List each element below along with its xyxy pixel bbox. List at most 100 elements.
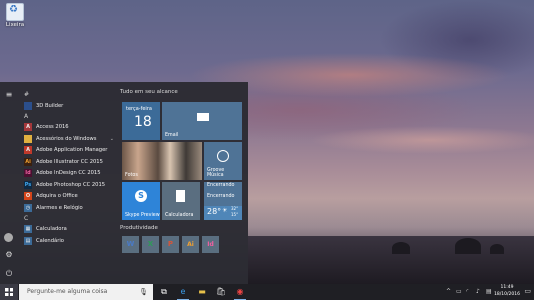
tile-label: Calculadora [165,213,194,218]
microphone-icon[interactable]: 🎙 [139,284,148,300]
calculator-tile[interactable]: Calculadora [162,182,200,220]
edge-icon[interactable]: e [174,284,192,300]
gear-icon[interactable]: ⚙ [4,250,14,260]
app-illustrator[interactable]: Ai Adobe Illustrator CC 2015 [20,156,116,168]
photoshop-icon: Ps [24,180,32,189]
app-label: 3D Builder [36,102,64,109]
app-windows-accessories[interactable]: Acessórios do Windows ⌄ [20,133,116,145]
chrome-icon[interactable]: ◉ [231,284,249,300]
mail-icon [197,113,209,121]
tile-label: Fotos [125,173,138,178]
groove-tile[interactable]: Groove Música [204,142,242,180]
office-icon: O [24,192,32,201]
tile-group-title: Tudo em seu alcance [120,89,178,95]
app-label: Adquira o Office [36,193,78,200]
wallpaper-tree [490,244,504,254]
calendar-day-name: terça-feira [126,106,152,112]
app-label: Acessórios do Windows [36,135,97,142]
app-get-office[interactable]: O Adquira o Office [20,191,116,203]
app-photoshop[interactable]: Ps Adobe Photoshop CC 2015 [20,179,116,191]
section-letter[interactable]: A [20,112,116,122]
app-label: Adobe Illustrator CC 2015 [36,158,103,165]
app-3d-builder[interactable]: 3D Builder [20,100,116,112]
clock-icon: ◷ [24,203,32,212]
illustrator-tile[interactable]: Ai [182,236,199,253]
groove-icon [217,150,229,162]
battery-icon[interactable]: ▭ [456,288,462,296]
app-list: # 3D Builder A A Access 2016 Acessórios … [20,90,116,247]
app-adobe-application-manager[interactable]: A Adobe Application Manager [20,145,116,157]
word-tile[interactable]: W [122,236,139,253]
app-label: Adobe InDesign CC 2015 [36,170,101,177]
news-line: Encerrando [207,183,235,188]
section-letter[interactable]: # [20,90,116,100]
tile-label: Groove Música [207,168,225,178]
chevron-down-icon[interactable]: ⌄ [110,136,114,142]
calculator-icon [176,190,185,202]
start-button[interactable] [0,284,18,300]
hamburger-icon[interactable]: ≡ [4,90,14,100]
skype-tile[interactable]: S Skype Preview [122,182,160,220]
search-box[interactable]: Pergunte-me alguma coisa 🎙 [19,284,153,300]
notifications-icon[interactable]: ▭ [524,287,531,295]
wallpaper-tree [455,238,481,254]
chevron-up-icon[interactable]: ^ [446,288,451,296]
indesign-icon: Id [24,169,32,178]
search-placeholder: Pergunte-me alguma coisa [27,288,108,295]
sun-icon: ☀ [222,207,228,214]
app-calendar[interactable]: ▤ Calendário [20,235,116,247]
indesign-tile[interactable]: Id [202,236,219,253]
excel-tile[interactable]: X [142,236,159,253]
app-alarms-clock[interactable]: ◷ Alarmes e Relógio [20,202,116,214]
recycle-bin-icon [6,3,24,21]
start-menu: ≡ ⚙ ⏻ # 3D Builder A A Access 2016 Acess… [0,82,248,284]
app-label: Adobe Application Manager [36,147,108,154]
section-letter[interactable]: C [20,214,116,224]
app-label: Calculadora [36,226,67,233]
mail-tile[interactable]: Email [162,102,242,140]
3d-builder-icon [24,101,32,110]
app-label: Calendário [36,237,64,244]
calendar-tile[interactable]: terça-feira 18 [122,102,160,140]
task-view-icon[interactable]: ⧉ [155,284,173,300]
calculator-icon: ▦ [24,225,32,234]
app-label: Adobe Photoshop CC 2015 [36,181,106,188]
app-indesign[interactable]: Id Adobe InDesign CC 2015 [20,168,116,180]
wallpaper-horizon [248,236,534,284]
start-rail: ≡ ⚙ ⏻ [0,82,18,284]
tile-area: Tudo em seu alcance terça-feira 18 Email… [120,88,246,253]
app-label: Access 2016 [36,124,69,131]
network-icon[interactable]: ◜ [466,288,468,296]
file-explorer-icon[interactable]: ▬ [193,284,211,300]
recycle-bin-label: Lixeira [5,22,25,28]
photos-tile[interactable]: Fotos [122,142,202,180]
news-tile[interactable]: Encerrando Encerrando [204,182,242,206]
wallpaper-tree [392,242,410,254]
adobe-icon: A [24,146,32,155]
powerpoint-tile[interactable]: P [162,236,179,253]
clock[interactable]: 11:49 18/10/2016 [494,285,520,298]
weather-temp: 28° [207,207,222,216]
calendar-icon: ▤ [24,236,32,245]
language-icon[interactable]: ▤ [486,288,492,296]
skype-icon: S [135,190,147,202]
taskbar: Pergunte-me alguma coisa 🎙 ⧉ e ▬ 🛍 ◉ ^ ▭… [0,284,534,300]
news-line: Encerrando [207,194,235,199]
weather-tile[interactable]: 28° ☀ 32° 15° [204,206,242,220]
calendar-day-number: 18 [134,114,152,130]
store-icon[interactable]: 🛍 [212,284,230,300]
app-label: Alarmes e Relógio [36,204,83,211]
app-calculator[interactable]: ▦ Calculadora [20,224,116,236]
weather-low: 15° [231,212,239,217]
volume-icon[interactable]: ♪ [476,288,480,296]
power-icon[interactable]: ⏻ [4,269,14,279]
clock-date: 18/10/2016 [494,291,520,297]
tile-group-title: Produtividade [120,225,158,231]
desktop-recycle-bin[interactable]: Lixeira [4,3,26,28]
illustrator-icon: Ai [24,157,32,166]
folder-icon [24,134,32,143]
app-access[interactable]: A Access 2016 [20,122,116,134]
weather-high: 32° [231,206,239,211]
system-tray: ^ ▭ ◜ ♪ ▤ 11:49 18/10/2016 ▭ [444,284,534,300]
avatar[interactable] [4,233,13,242]
